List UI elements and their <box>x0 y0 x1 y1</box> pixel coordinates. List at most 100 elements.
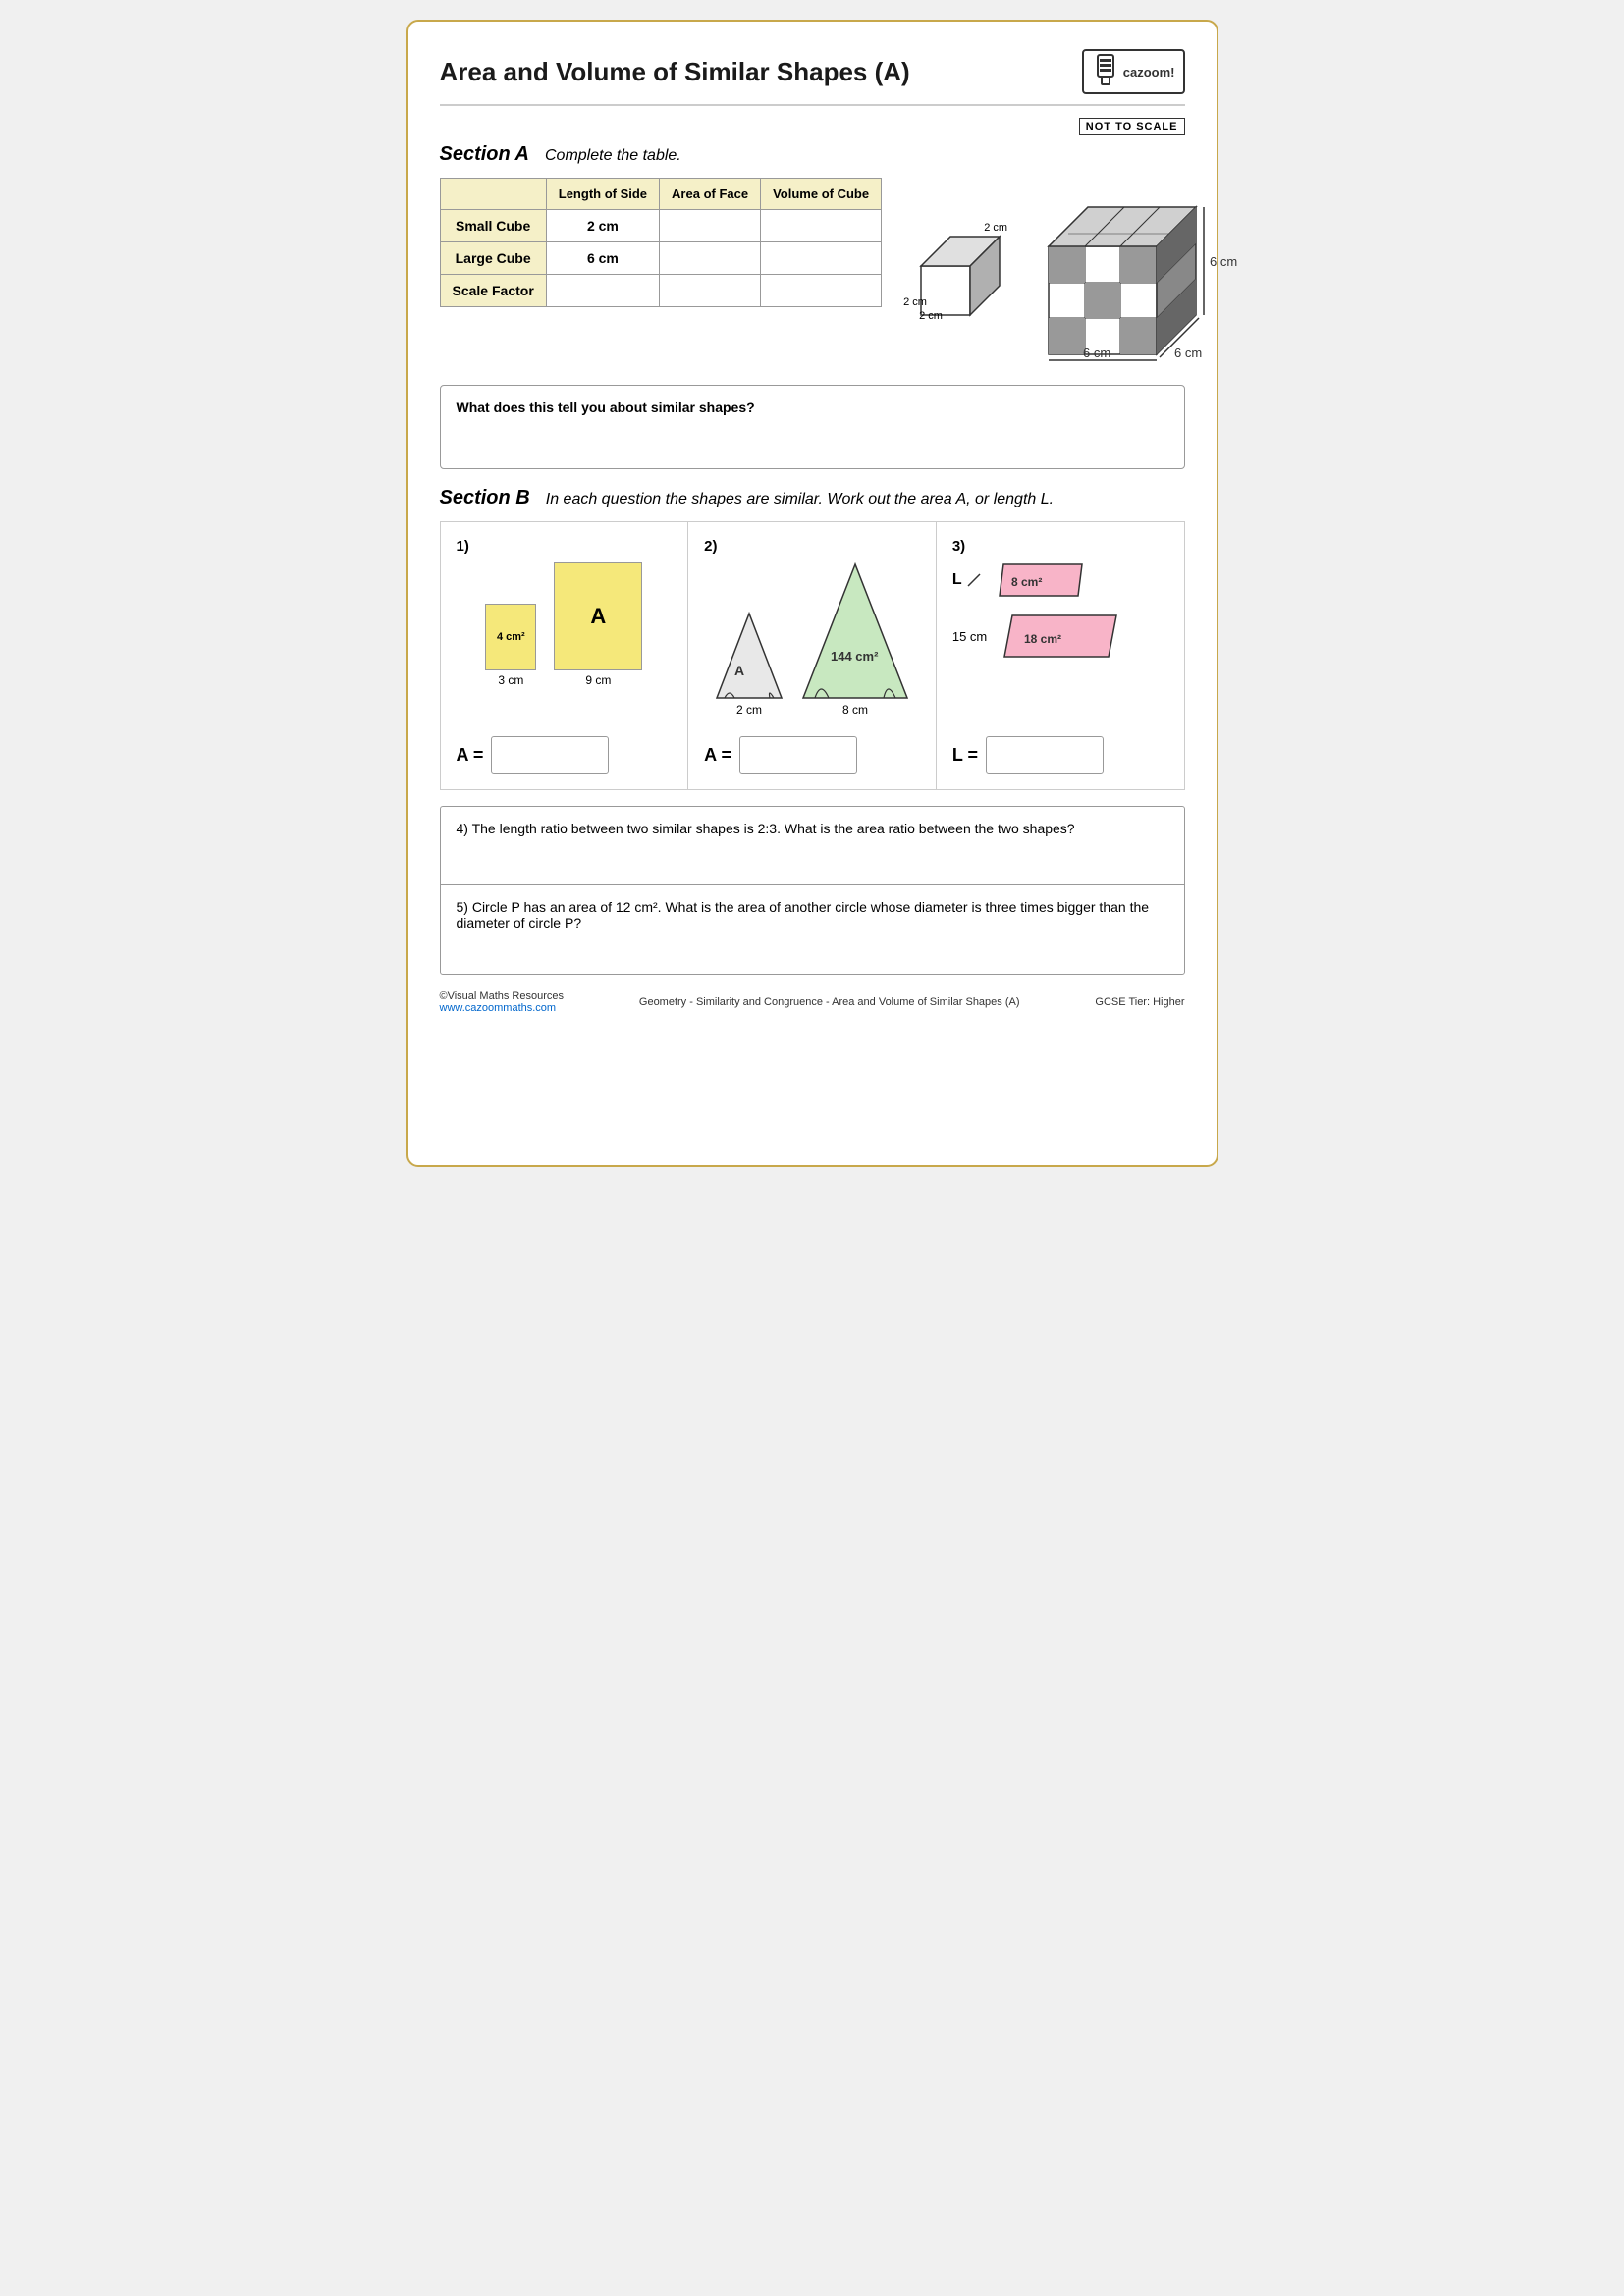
q3-bottom-row: 15 cm 18 cm² <box>952 614 1124 659</box>
q2-answer-row: A = <box>704 724 857 774</box>
svg-text:6 cm: 6 cm <box>1174 346 1202 360</box>
svg-text:A: A <box>734 663 744 678</box>
section-a-header: Section A Complete the table. <box>440 143 1185 166</box>
col-header-3: Volume of Cube <box>761 179 882 210</box>
q3-shapes: L 8 cm² 15 cm 18 cm² <box>952 562 1168 659</box>
section-a-instruction: Complete the table. <box>545 147 681 165</box>
svg-text:6 cm: 6 cm <box>1083 346 1110 360</box>
small-side: 2 cm <box>546 210 659 242</box>
scale-side-cell <box>546 275 659 307</box>
q2-shapes: A 2 cm 144 cm² <box>704 562 920 717</box>
q4-box: 4) The length ratio between two similar … <box>441 807 1184 885</box>
large-cube: 6 cm 6 cm 6 cm <box>1039 178 1225 369</box>
q3-answer-label: L = <box>952 745 978 766</box>
small-cube: 2 cm 2 cm 2 cm <box>901 217 1009 330</box>
small-volume-cell <box>761 210 882 242</box>
q1-answer-input[interactable] <box>491 736 609 774</box>
q1-small-shape: 4 cm² 3 cm <box>485 604 536 687</box>
header: Area and Volume of Similar Shapes (A) ca… <box>440 49 1185 94</box>
section-b-instruction: In each question the shapes are similar.… <box>546 491 1054 508</box>
q1-small-area: 4 cm² <box>497 631 525 643</box>
col-header-2: Area of Face <box>660 179 761 210</box>
q2-small-dim: 2 cm <box>736 703 762 717</box>
large-area-cell <box>660 242 761 275</box>
q1-small-rect: 4 cm² <box>485 604 536 670</box>
similar-shapes-question-box: What does this tell you about similar sh… <box>440 385 1185 469</box>
svg-text:18 cm²: 18 cm² <box>1024 632 1061 646</box>
table-row: Small Cube 2 cm <box>440 210 882 242</box>
section-b-header: Section B In each question the shapes ar… <box>440 487 1185 509</box>
cube-table: Length of Side Area of Face Volume of Cu… <box>440 178 883 307</box>
q3-l-label: L <box>952 571 962 589</box>
q1-large-dim: 9 cm <box>585 673 611 687</box>
row-label-large: Large Cube <box>440 242 546 275</box>
q2-small-triangle: A <box>715 612 784 700</box>
q3-number: 3) <box>952 538 965 555</box>
q3-top-row: L 8 cm² <box>952 562 1090 598</box>
svg-text:6 cm: 6 cm <box>1210 254 1237 269</box>
q3-col: 3) L 8 cm² 15 cm <box>937 522 1184 789</box>
small-cube-bottom-label: 2 cm <box>919 310 943 322</box>
footer: ©Visual Maths Resources www.cazoommaths.… <box>440 990 1185 1014</box>
q2-large-dim: 8 cm <box>842 703 868 717</box>
logo-text: cazoom! <box>1123 65 1175 80</box>
large-side: 6 cm <box>546 242 659 275</box>
q1-answer-row: A = <box>457 724 610 774</box>
table-row: Scale Factor <box>440 275 882 307</box>
header-divider <box>440 104 1185 106</box>
footer-left: ©Visual Maths Resources www.cazoommaths.… <box>440 990 565 1014</box>
q2-col: 2) A 2 cm <box>688 522 937 789</box>
q5-text: 5) Circle P has an area of 12 cm². What … <box>457 899 1150 931</box>
q2-large-shape: 144 cm² 8 cm <box>801 562 909 717</box>
q4-text: 4) The length ratio between two similar … <box>457 821 1075 836</box>
q1-col: 1) 4 cm² 3 cm A 9 cm A = <box>441 522 689 789</box>
scale-volume-cell <box>761 275 882 307</box>
col-header-1: Length of Side <box>546 179 659 210</box>
section-a-content: Length of Side Area of Face Volume of Cu… <box>440 178 1185 369</box>
footer-tier: GCSE Tier: Higher <box>1095 996 1184 1008</box>
large-volume-cell <box>761 242 882 275</box>
q3-top-parallelogram: 8 cm² <box>992 562 1090 598</box>
q3-top-label-group: L <box>952 571 982 589</box>
q1-large-label: A <box>590 604 606 629</box>
similar-shapes-question: What does this tell you about similar sh… <box>457 400 1168 415</box>
q5-box: 5) Circle P has an area of 12 cm². What … <box>441 885 1184 974</box>
q3-bottom-dim: 15 cm <box>952 629 987 644</box>
large-cube-svg: 6 cm 6 cm 6 cm <box>1039 178 1225 364</box>
q1-number: 1) <box>457 538 469 555</box>
q1-large-rect: A <box>554 562 642 670</box>
table-row: Large Cube 6 cm <box>440 242 882 275</box>
col-header-0 <box>440 179 546 210</box>
logo-icon <box>1092 55 1119 88</box>
q2-answer-input[interactable] <box>739 736 857 774</box>
q3-answer-input[interactable] <box>986 736 1104 774</box>
svg-text:144 cm²: 144 cm² <box>831 649 879 664</box>
scale-area-cell <box>660 275 761 307</box>
footer-website[interactable]: www.cazoommaths.com <box>440 1002 557 1014</box>
small-cube-left-label: 2 cm <box>903 296 927 308</box>
q1-large-shape: A 9 cm <box>554 562 642 687</box>
q3-bottom-parallelogram: 18 cm² <box>997 614 1124 659</box>
q1-answer-label: A = <box>457 745 484 766</box>
q3-answer-row: L = <box>952 724 1104 774</box>
svg-text:8 cm²: 8 cm² <box>1011 575 1042 589</box>
q2-small-shape: A 2 cm <box>715 612 784 717</box>
q2-large-triangle: 144 cm² <box>801 562 909 700</box>
q1-shapes: 4 cm² 3 cm A 9 cm <box>457 562 673 687</box>
section-b-label: Section B <box>440 487 530 509</box>
cubes-area: 2 cm 2 cm 2 cm <box>901 178 1225 369</box>
page-title: Area and Volume of Similar Shapes (A) <box>440 57 910 87</box>
not-to-scale-badge: NOT TO SCALE <box>1079 118 1185 135</box>
logo: cazoom! <box>1082 49 1185 94</box>
worksheet-page: Area and Volume of Similar Shapes (A) ca… <box>406 20 1218 1167</box>
section-b-questions: 1) 4 cm² 3 cm A 9 cm A = <box>440 521 1185 790</box>
q2-answer-label: A = <box>704 745 731 766</box>
small-cube-top-label: 2 cm <box>984 222 1007 234</box>
row-label-scale: Scale Factor <box>440 275 546 307</box>
small-area-cell <box>660 210 761 242</box>
q2-number: 2) <box>704 538 717 555</box>
row-label-small: Small Cube <box>440 210 546 242</box>
footer-center: Geometry - Similarity and Congruence - A… <box>564 996 1095 1008</box>
copyright: ©Visual Maths Resources <box>440 990 565 1002</box>
bottom-questions: 4) The length ratio between two similar … <box>440 806 1185 975</box>
